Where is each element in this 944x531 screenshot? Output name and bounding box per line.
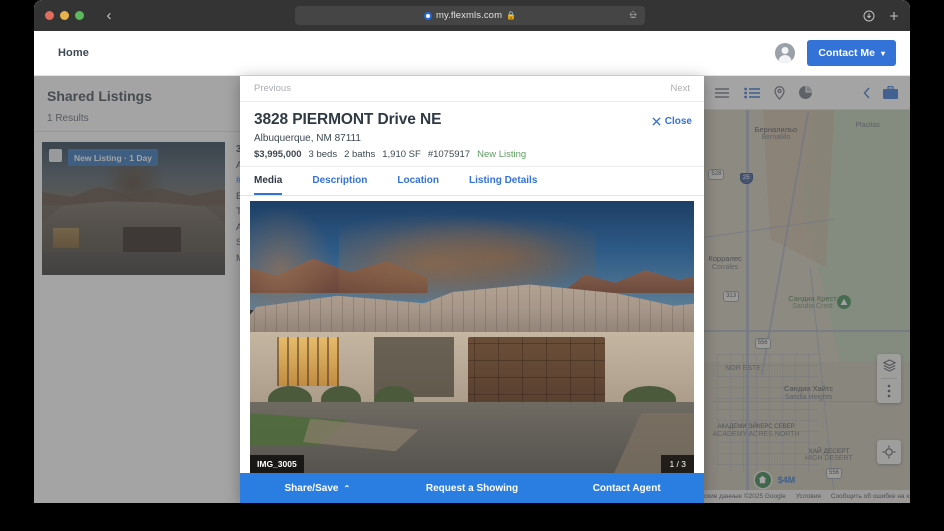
address-bar-url: my.flexmls.com: [435, 10, 503, 21]
chevron-down-icon: ▾: [880, 48, 885, 58]
listing-beds: 3 beds: [308, 149, 338, 160]
chrome-right-icons: [863, 0, 900, 31]
site-identity-icon: [423, 11, 432, 20]
tab-description[interactable]: Description: [312, 167, 367, 195]
photo-lit-window: [276, 337, 339, 386]
nav-home-link[interactable]: Home: [58, 47, 89, 59]
photo-trees: [338, 206, 597, 299]
listing-facts-row: $3,995,000 3 beds 2 baths 1,910 SF #1075…: [254, 149, 690, 160]
close-window-button[interactable]: [45, 11, 54, 20]
back-chevron-icon[interactable]: ‹: [102, 8, 116, 23]
download-icon[interactable]: [863, 10, 875, 22]
share-save-button[interactable]: Share/Save ⌃: [240, 483, 395, 494]
request-showing-button[interactable]: Request a Showing: [395, 483, 550, 494]
listing-baths: 2 baths: [344, 149, 376, 160]
modal-header: 3828 PIERMONT Drive NE Albuquerque, NM 8…: [240, 102, 704, 167]
listing-mls-number: #1075917: [427, 149, 471, 160]
modal-action-bar: Share/Save ⌃ Request a Showing Contact A…: [240, 473, 704, 503]
share-save-label: Share/Save: [284, 482, 339, 494]
window-controls[interactable]: [34, 11, 84, 20]
previous-listing-button[interactable]: Previous: [254, 83, 291, 94]
plus-icon[interactable]: [888, 10, 900, 22]
tab-location[interactable]: Location: [397, 167, 439, 195]
photo-garage-panels: [467, 337, 606, 403]
modal-tabs: Media Description Location Listing Detai…: [240, 167, 704, 196]
listing-address: 3828 PIERMONT Drive NE: [254, 111, 442, 128]
cast-icon[interactable]: ⎒: [629, 10, 637, 21]
contact-me-label: Contact Me: [818, 47, 875, 59]
address-bar[interactable]: my.flexmls.com 🔒 ⎒: [295, 6, 645, 25]
close-x-icon: [652, 117, 661, 126]
browser-window: ‹ my.flexmls.com 🔒 ⎒ Home Contact Me ▾ P…: [34, 0, 910, 503]
listing-price: $3,995,000: [254, 149, 302, 160]
chevron-up-icon: ⌃: [343, 483, 351, 493]
minimize-window-button[interactable]: [60, 11, 69, 20]
listing-city-state-zip: Albuquerque, NM 87111: [254, 133, 361, 144]
tab-media[interactable]: Media: [254, 167, 283, 195]
contact-me-button[interactable]: Contact Me ▾: [807, 40, 896, 66]
listing-sqft: 1,910 SF: [382, 149, 421, 160]
user-avatar-icon[interactable]: [775, 43, 796, 63]
contact-agent-button[interactable]: Contact Agent: [549, 483, 704, 494]
photo-garage-door: [467, 337, 606, 403]
request-showing-label: Request a Showing: [425, 482, 519, 494]
listing-status-badge: New Listing: [477, 149, 527, 160]
app-header: Home Contact Me ▾: [34, 31, 910, 76]
photo-counter: 1 / 3: [661, 455, 694, 473]
photo-window-mullions: [276, 337, 339, 386]
close-modal-label: Close: [664, 116, 692, 127]
header-right-group: Contact Me ▾: [775, 40, 896, 66]
close-modal-button[interactable]: Close: [652, 116, 692, 127]
browser-chrome: ‹ my.flexmls.com 🔒 ⎒: [34, 0, 910, 31]
tab-listing-details[interactable]: Listing Details: [469, 167, 537, 195]
modal-nav-row: Previous Next: [240, 76, 704, 102]
maximize-window-button[interactable]: [75, 11, 84, 20]
lock-icon: 🔒: [506, 11, 517, 20]
photo-filename-label: IMG_3005: [250, 455, 304, 473]
contact-agent-label: Contact Agent: [592, 482, 661, 494]
media-gallery: IMG_3005 1 / 3: [240, 196, 704, 473]
listing-detail-modal: Previous Next 3828 PIERMONT Drive NE Alb…: [240, 76, 704, 503]
listing-photo[interactable]: IMG_3005 1 / 3: [250, 201, 694, 473]
next-listing-button[interactable]: Next: [670, 83, 690, 94]
